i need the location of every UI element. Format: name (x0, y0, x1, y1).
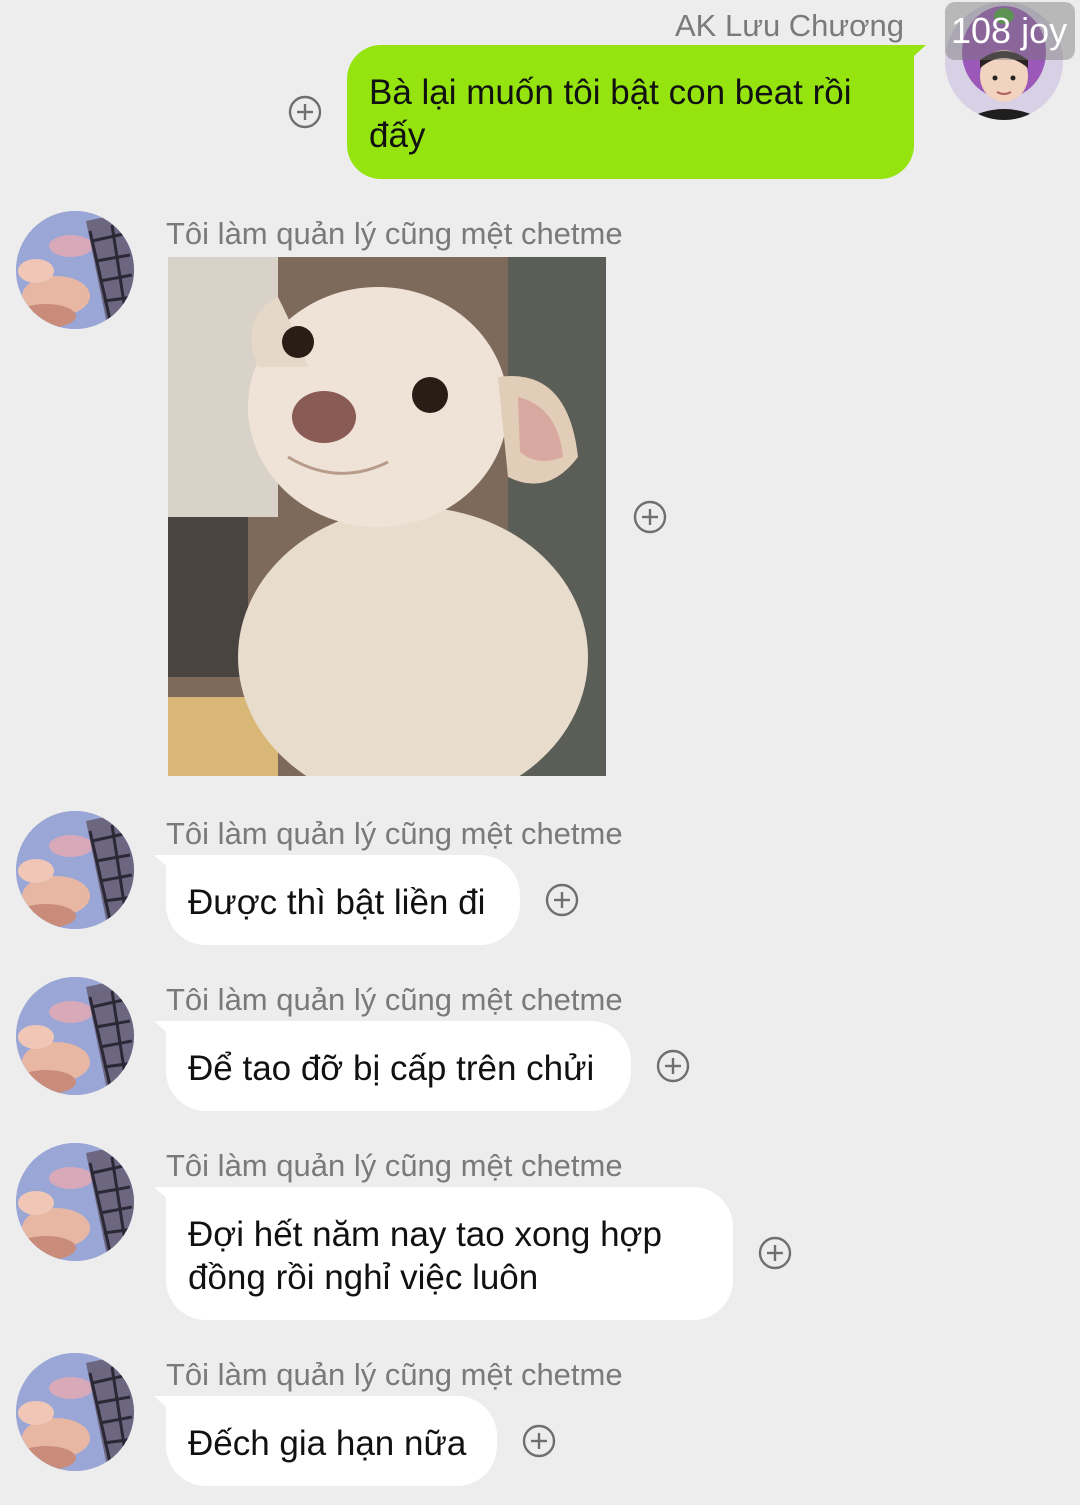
outgoing-message-bubble[interactable]: Bà lại muốn tôi bật con beat rồi đấy (347, 45, 926, 179)
incoming-message-bubble[interactable]: Đợi hết năm nay tao xong hợp đồng rồi ng… (154, 1187, 733, 1320)
contact-avatar[interactable] (16, 977, 134, 1095)
chihuahua-sticker-image[interactable] (168, 257, 606, 776)
incoming-sender-name: Tôi làm quản lý cũng mệt chetme (166, 816, 623, 851)
incoming-sender-name: Tôi làm quản lý cũng mệt chetme (166, 216, 623, 251)
incoming-message-bubble[interactable]: Được thì bật liền đi (154, 855, 520, 945)
contact-avatar[interactable] (16, 1143, 134, 1261)
sticker-badge: 108 joy (945, 2, 1076, 60)
incoming-sender-name: Tôi làm quản lý cũng mệt chetme (166, 1148, 623, 1183)
outgoing-sender-name: AK Lưu Chương (674, 8, 904, 43)
chat-thread[interactable]: AK Lưu Chương 108 joy Bà lại muốn tôi bậ… (0, 0, 1080, 1505)
incoming-message-bubble[interactable]: Để tao đỡ bị cấp trên chửi (154, 1021, 631, 1111)
sky-avatar-icon (16, 1353, 134, 1471)
incoming-sender-name: Tôi làm quản lý cũng mệt chetme (166, 982, 623, 1017)
add-reaction-icon[interactable] (656, 1049, 690, 1083)
sky-avatar-icon (16, 811, 134, 929)
sky-avatar-icon (16, 1143, 134, 1261)
add-reaction-icon[interactable] (758, 1236, 792, 1270)
chihuahua-meme-icon (168, 257, 606, 776)
contact-avatar[interactable] (16, 211, 134, 329)
sky-avatar-icon (16, 977, 134, 1095)
contact-avatar[interactable] (16, 1353, 134, 1471)
add-reaction-icon[interactable] (288, 95, 322, 129)
contact-avatar[interactable] (16, 811, 134, 929)
incoming-message-bubble[interactable]: Đếch gia hạn nữa (154, 1396, 497, 1486)
add-reaction-icon[interactable] (545, 883, 579, 917)
add-reaction-icon[interactable] (522, 1424, 556, 1458)
sky-avatar-icon (16, 211, 134, 329)
incoming-sender-name: Tôi làm quản lý cũng mệt chetme (166, 1357, 623, 1392)
add-reaction-icon[interactable] (633, 500, 667, 534)
